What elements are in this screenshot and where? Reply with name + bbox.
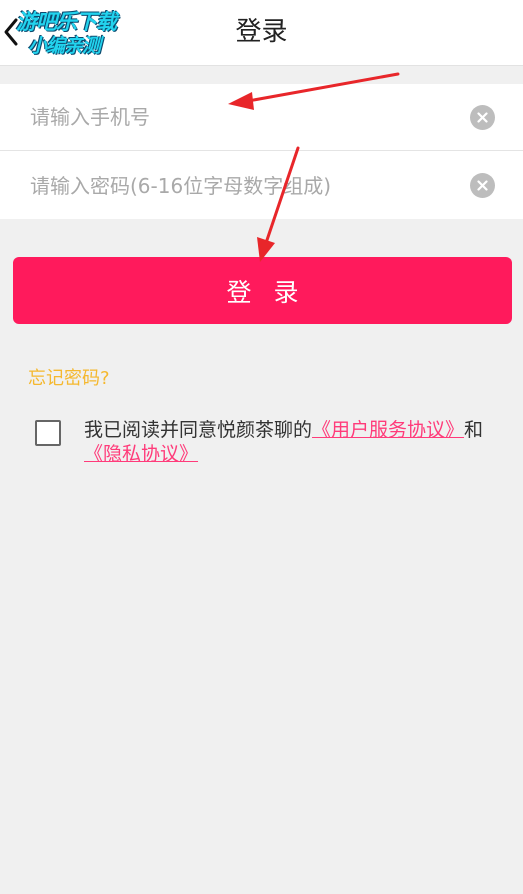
- agreement-checkbox[interactable]: [35, 420, 61, 446]
- privacy-policy-link[interactable]: 《隐私协议》: [84, 443, 198, 465]
- app-header: 游吧乐下载 小编亲测 登录: [0, 0, 523, 66]
- password-clear-button[interactable]: [470, 173, 495, 198]
- password-field-row: [0, 152, 523, 219]
- agreement-connector: 和: [464, 419, 484, 441]
- clear-circle-icon: [477, 111, 488, 123]
- forgot-password-link[interactable]: 忘记密码?: [28, 364, 110, 390]
- login-button[interactable]: 登录: [13, 257, 512, 324]
- page-title: 登录: [235, 17, 288, 47]
- password-input[interactable]: [30, 165, 450, 206]
- phone-field-row: [0, 84, 523, 151]
- agreement-prefix: 我已阅读并同意悦颜茶聊的: [84, 419, 313, 441]
- login-form: [0, 84, 523, 219]
- phone-clear-button[interactable]: [470, 104, 495, 130]
- agreement-text: 我已阅读并同意悦颜茶聊的《用户服务协议》和《隐私协议》: [84, 418, 484, 466]
- phone-input[interactable]: [30, 97, 450, 137]
- clear-circle-icon: [477, 180, 488, 191]
- user-agreement-link[interactable]: 《用户服务协议》: [312, 419, 464, 441]
